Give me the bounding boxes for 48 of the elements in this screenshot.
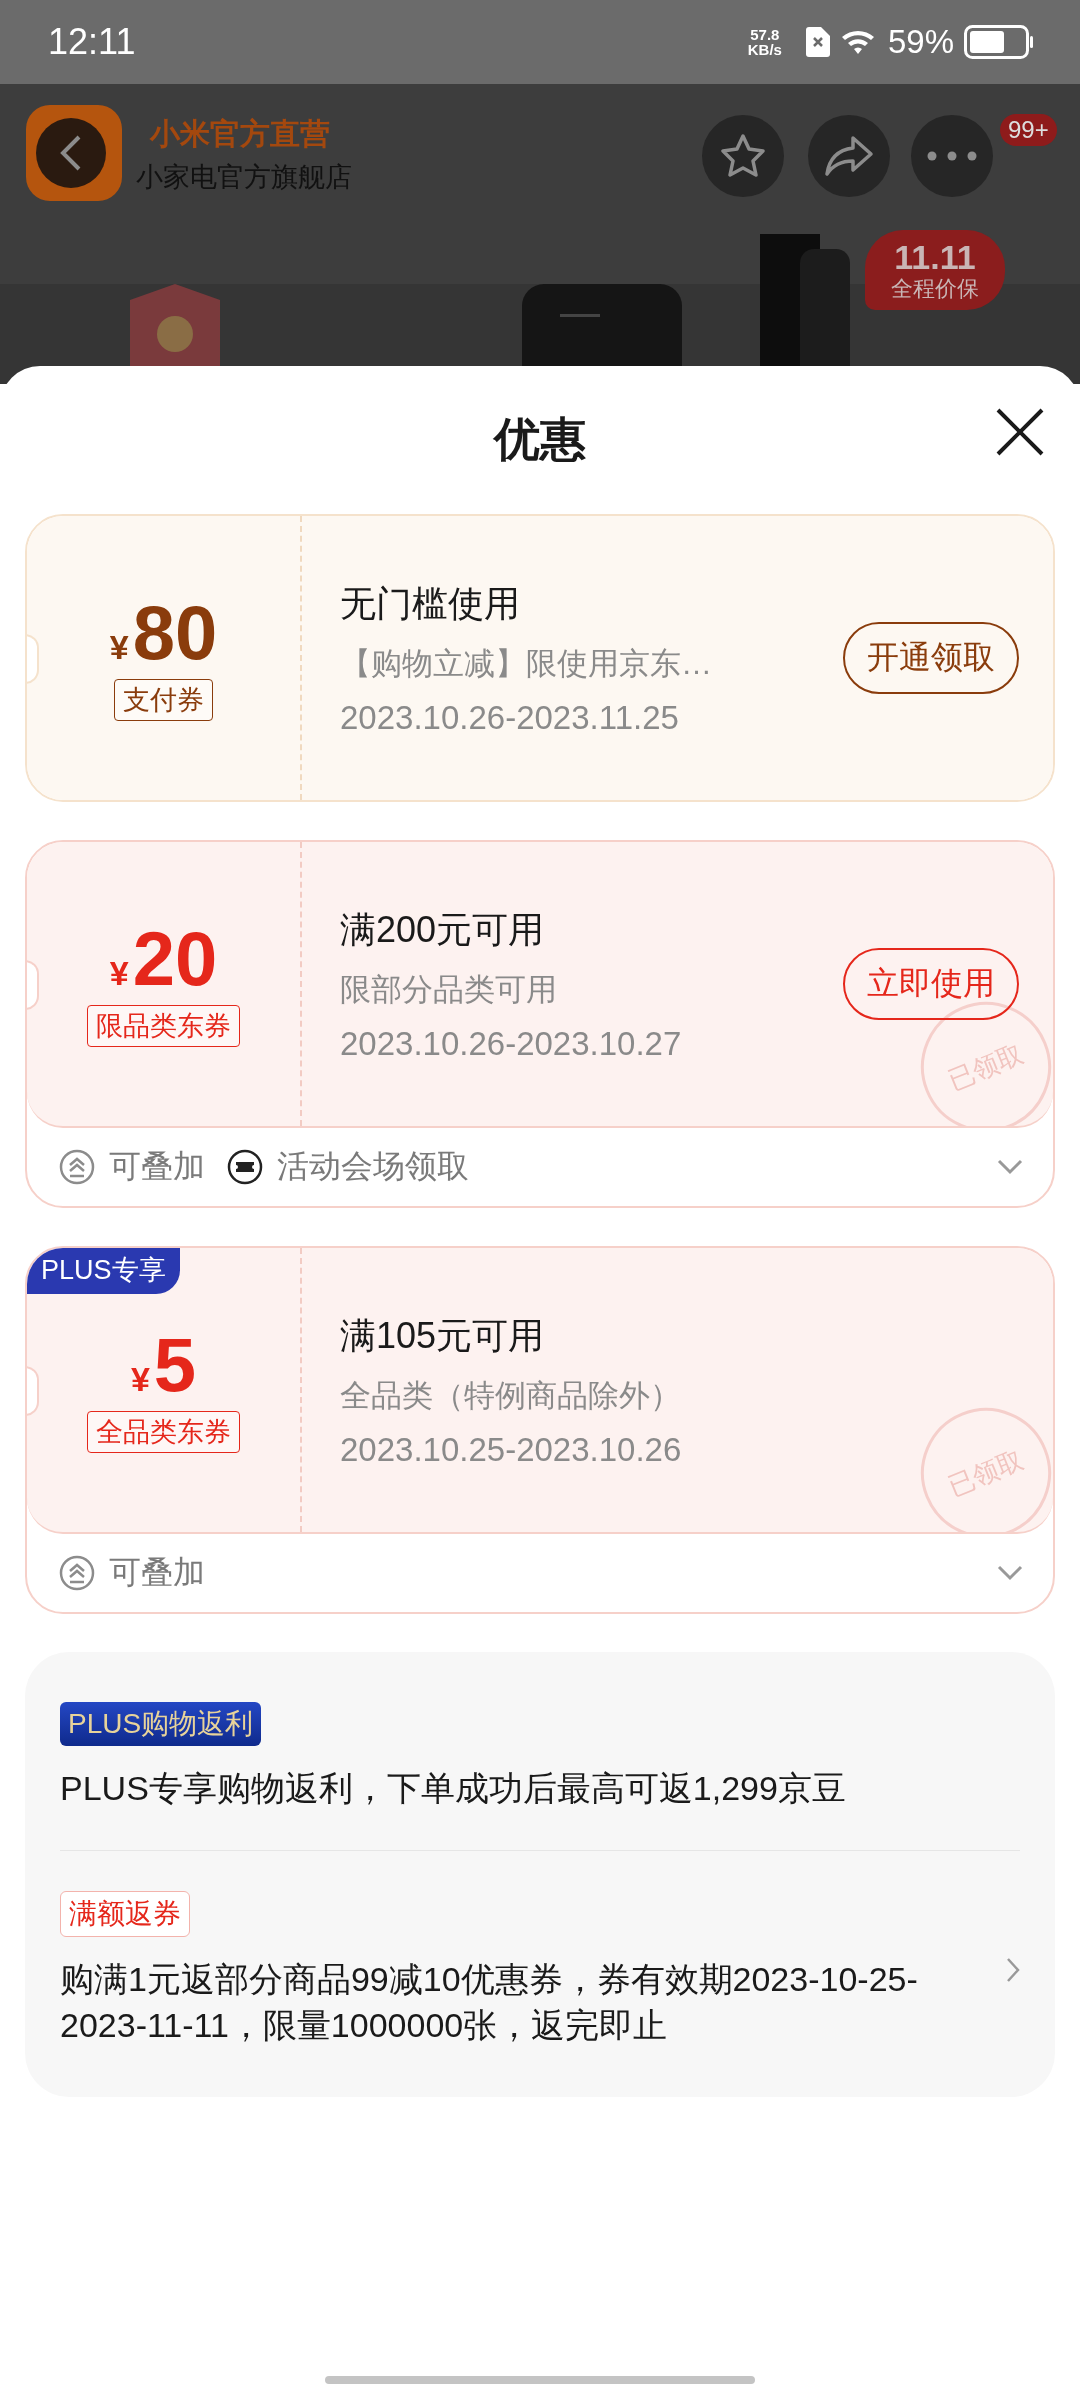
- rebate-description: 购满1元返部分商品99减10优惠券，券有效期2023-10-25-2023-11-11，限量1000000张，返完即止: [60, 1958, 919, 2046]
- notification-badge: 99+: [1000, 114, 1057, 146]
- back-icon: [59, 133, 83, 173]
- close-button[interactable]: [994, 406, 1046, 458]
- coupon-condition: 无门槛使用: [340, 581, 520, 626]
- more-icon: [927, 151, 977, 161]
- coupon-condition: 满105元可用: [340, 1313, 545, 1358]
- promo-title: 11.11: [894, 240, 976, 274]
- coupon-type-tag: 全品类东券: [87, 1411, 240, 1453]
- coupon-scope: 【购物立减】限使用京东…: [340, 644, 712, 683]
- rebate-tag: 满额返券: [60, 1890, 190, 1937]
- store-brand: 小米官方直营: [150, 116, 331, 152]
- coupon-amount: ¥5: [130, 1327, 197, 1403]
- battery-icon: [964, 25, 1034, 59]
- coupon-validity: 2023.10.26-2023.10.27: [340, 1024, 682, 1063]
- battery-percent: 59%: [887, 23, 954, 61]
- coupon-amount: ¥80: [109, 595, 218, 671]
- coupon-condition: 满200元可用: [340, 907, 545, 952]
- rebate-description: PLUS专享购物返利，下单成功后最高可返1,299京豆: [60, 1768, 847, 1809]
- close-icon: [994, 406, 1046, 458]
- coupon-feature: 可叠加: [109, 1147, 205, 1186]
- coupon-action-button[interactable]: 开通领取: [843, 622, 1019, 694]
- coupon-action-button[interactable]: 立即使用: [843, 948, 1019, 1020]
- coupon-feature: 活动会场领取: [277, 1147, 469, 1186]
- coupon-validity: 2023.10.26-2023.11.25: [340, 698, 679, 737]
- star-icon: [718, 132, 768, 180]
- stack-icon: [59, 1555, 95, 1591]
- ticket-icon: [227, 1149, 263, 1185]
- coupon-feature: 可叠加: [109, 1553, 205, 1592]
- coupon-type-tag: 限品类东券: [87, 1005, 240, 1047]
- status-time: 12:11: [48, 21, 137, 63]
- coupon-type-tag: 支付券: [114, 679, 213, 721]
- chevron-down-icon[interactable]: [997, 1565, 1023, 1581]
- sim-card-icon: [805, 27, 830, 57]
- coupon-scope: 限部分品类可用: [340, 970, 557, 1009]
- network-speed: 57.8: [750, 27, 780, 42]
- chevron-right-icon[interactable]: [1006, 1956, 1020, 1983]
- plus-badge: PLUS专享: [27, 1248, 180, 1294]
- coupon-amount: ¥20: [109, 921, 218, 997]
- promo-label: 全程价保: [891, 278, 979, 300]
- coupon-validity: 2023.10.25-2023.10.26: [340, 1430, 682, 1469]
- share-icon: [823, 134, 875, 178]
- chevron-down-icon[interactable]: [997, 1159, 1023, 1175]
- sheet-title: 优惠: [494, 412, 586, 467]
- rebate-tag: PLUS购物返利: [60, 1702, 262, 1746]
- coupon-scope: 全品类（特例商品除外）: [340, 1376, 681, 1415]
- network-speed-unit: KB/s: [747, 42, 782, 57]
- stack-icon: [59, 1149, 95, 1185]
